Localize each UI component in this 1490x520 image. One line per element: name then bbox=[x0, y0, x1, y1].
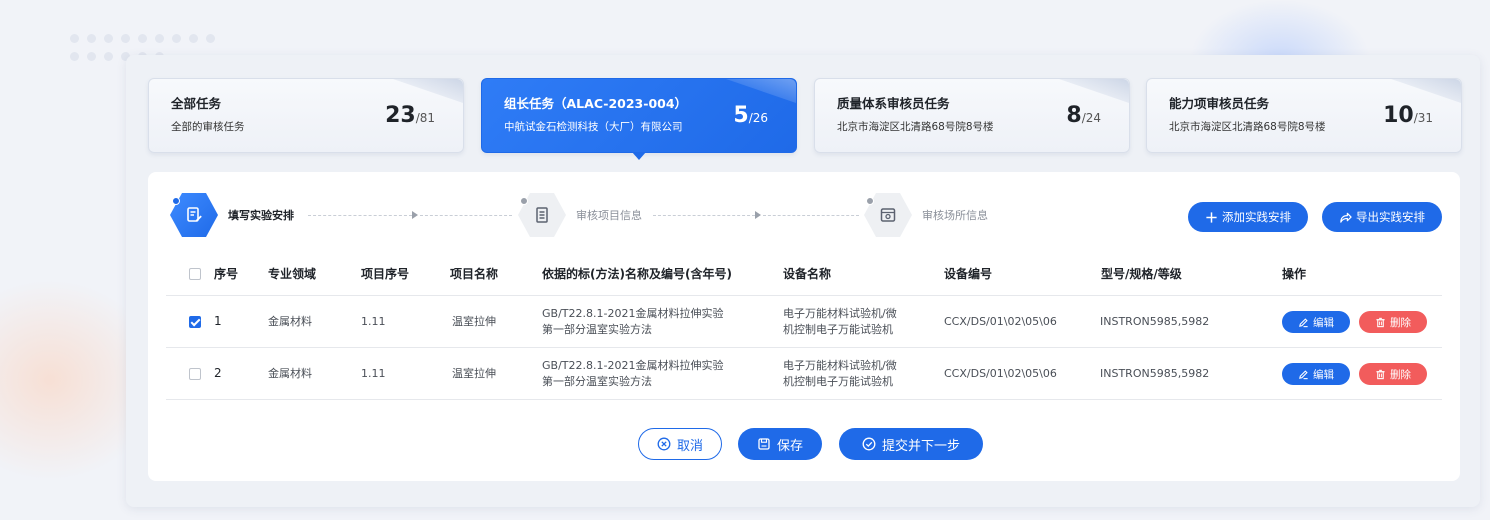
column-header: 项目序号 bbox=[361, 267, 410, 281]
card-count: 10/31 bbox=[1383, 103, 1433, 128]
delete-button[interactable]: 删除 bbox=[1359, 363, 1427, 385]
delete-button[interactable]: 删除 bbox=[1359, 311, 1427, 333]
step-connector bbox=[308, 215, 412, 216]
task-panel: 全部任务 全部的审核任务 23/81 组长任务（ALAC-2023-004） 中… bbox=[126, 55, 1480, 507]
row-field: 金属材料 bbox=[268, 315, 312, 328]
arrow-right-icon bbox=[412, 211, 418, 219]
column-header: 设备编号 bbox=[944, 267, 993, 281]
save-label: 保存 bbox=[776, 438, 803, 454]
card-title: 能力项审核员任务 bbox=[1169, 96, 1270, 111]
card-all-tasks[interactable]: 全部任务 全部的审核任务 23/81 bbox=[148, 78, 464, 153]
save-icon bbox=[758, 438, 770, 450]
column-header: 序号 bbox=[214, 267, 239, 281]
row-equipment-no: CCX/DS/01\02\05\06 bbox=[944, 367, 1057, 380]
select-all-checkbox[interactable] bbox=[189, 268, 201, 280]
row-equipment-no: CCX/DS/01\02\05\06 bbox=[944, 315, 1057, 328]
check-circle-icon bbox=[862, 437, 876, 451]
location-box-icon bbox=[880, 208, 896, 222]
row-item-no: 1.11 bbox=[361, 367, 386, 380]
step-review-project[interactable]: 审核项目信息 bbox=[518, 192, 642, 238]
column-header: 型号/规格/等级 bbox=[1101, 267, 1182, 281]
card-title: 组长任务（ALAC-2023-004） bbox=[504, 96, 688, 111]
row-item-no: 1.11 bbox=[361, 315, 386, 328]
share-icon bbox=[1340, 212, 1352, 223]
row-standard: GB/T22.8.1-2021金属材料拉伸实验 第一部分温室实验方法 bbox=[542, 307, 724, 336]
row-checkbox[interactable] bbox=[189, 316, 201, 328]
row-field: 金属材料 bbox=[268, 367, 312, 380]
practice-arrangement-form: 填写实验安排 审核项目信息 审核场所信息 添加实践安排 导出实践安排 序号 专业… bbox=[148, 172, 1460, 481]
document-list-icon bbox=[536, 207, 548, 223]
step-connector bbox=[653, 215, 755, 216]
row-checkbox[interactable] bbox=[189, 368, 201, 380]
column-header: 专业领域 bbox=[268, 267, 317, 281]
delete-label: 删除 bbox=[1390, 316, 1411, 329]
cancel-label: 取消 bbox=[676, 438, 703, 454]
column-header: 项目名称 bbox=[450, 267, 499, 281]
edit-label: 编辑 bbox=[1313, 316, 1334, 329]
submit-next-button[interactable]: 提交并下一步 bbox=[839, 428, 983, 460]
step-connector bbox=[420, 215, 512, 216]
card-count: 5/26 bbox=[733, 103, 768, 128]
step-status-dot bbox=[866, 197, 874, 205]
step-review-site[interactable]: 审核场所信息 bbox=[864, 192, 988, 238]
trash-icon bbox=[1376, 369, 1385, 379]
row-standard: GB/T22.8.1-2021金属材料拉伸实验 第一部分温室实验方法 bbox=[542, 359, 724, 388]
column-header: 操作 bbox=[1282, 267, 1307, 281]
card-capability-auditor-tasks[interactable]: 能力项审核员任务 北京市海淀区北清路68号院8号楼 10/31 bbox=[1146, 78, 1462, 153]
column-header: 依据的标(方法)名称及编号(含年号) bbox=[542, 267, 732, 281]
row-model: INSTRON5985,5982 bbox=[1100, 367, 1210, 380]
pencil-icon bbox=[1299, 317, 1308, 327]
step-connector bbox=[763, 215, 859, 216]
edit-button[interactable]: 编辑 bbox=[1282, 363, 1350, 385]
plus-icon bbox=[1206, 211, 1217, 223]
step-label: 审核场所信息 bbox=[922, 209, 988, 222]
row-seq: 1 bbox=[214, 314, 222, 328]
table-row: 2 金属材料 1.11 温室拉伸 GB/T22.8.1-2021金属材料拉伸实验… bbox=[166, 348, 1442, 400]
step-status-dot bbox=[172, 197, 180, 205]
card-count: 23/81 bbox=[385, 103, 435, 128]
row-equipment-name: 电子万能材料试验机/微 机控制电子万能试验机 bbox=[783, 359, 897, 388]
step-label: 填写实验安排 bbox=[228, 209, 294, 222]
row-model: INSTRON5985,5982 bbox=[1100, 315, 1210, 328]
column-header: 设备名称 bbox=[783, 267, 832, 281]
delete-label: 删除 bbox=[1390, 368, 1411, 381]
edit-label: 编辑 bbox=[1313, 368, 1334, 381]
card-subtitle: 中航试金石检测科技（大厂）有限公司 bbox=[504, 121, 683, 133]
trash-icon bbox=[1376, 317, 1385, 327]
card-subtitle: 北京市海淀区北清路68号院8号楼 bbox=[1169, 121, 1326, 133]
close-circle-icon bbox=[657, 437, 671, 451]
card-subtitle: 全部的审核任务 bbox=[171, 121, 245, 133]
card-title: 全部任务 bbox=[171, 96, 222, 111]
submit-next-label: 提交并下一步 bbox=[881, 438, 960, 454]
edit-document-icon bbox=[187, 207, 202, 222]
step-fill-arrangement[interactable]: 填写实验安排 bbox=[170, 192, 294, 238]
save-button[interactable]: 保存 bbox=[738, 428, 822, 460]
cancel-button[interactable]: 取消 bbox=[638, 428, 722, 460]
row-seq: 2 bbox=[214, 366, 222, 380]
table-header: 序号 专业领域 项目序号 项目名称 依据的标(方法)名称及编号(含年号) 设备名… bbox=[166, 252, 1442, 296]
card-subtitle: 北京市海淀区北清路68号院8号楼 bbox=[837, 121, 994, 133]
arrow-right-icon bbox=[755, 211, 761, 219]
add-practice-label: 添加实践安排 bbox=[1222, 210, 1291, 224]
export-practice-label: 导出实践安排 bbox=[1356, 210, 1425, 224]
card-title: 质量体系审核员任务 bbox=[837, 96, 950, 111]
card-quality-auditor-tasks[interactable]: 质量体系审核员任务 北京市海淀区北清路68号院8号楼 8/24 bbox=[814, 78, 1130, 153]
step-status-dot bbox=[520, 197, 528, 205]
row-equipment-name: 电子万能材料试验机/微 机控制电子万能试验机 bbox=[783, 307, 897, 336]
add-practice-button[interactable]: 添加实践安排 bbox=[1188, 202, 1308, 232]
step-label: 审核项目信息 bbox=[576, 209, 642, 222]
edit-button[interactable]: 编辑 bbox=[1282, 311, 1350, 333]
card-count: 8/24 bbox=[1066, 103, 1101, 128]
pencil-icon bbox=[1299, 369, 1308, 379]
table-row: 1 金属材料 1.11 温室拉伸 GB/T22.8.1-2021金属材料拉伸实验… bbox=[166, 296, 1442, 348]
export-practice-button[interactable]: 导出实践安排 bbox=[1322, 202, 1442, 232]
row-item-name: 温室拉伸 bbox=[452, 367, 496, 380]
active-pointer-icon bbox=[632, 152, 646, 160]
row-item-name: 温室拉伸 bbox=[452, 315, 496, 328]
card-leader-tasks[interactable]: 组长任务（ALAC-2023-004） 中航试金石检测科技（大厂）有限公司 5/… bbox=[481, 78, 797, 160]
